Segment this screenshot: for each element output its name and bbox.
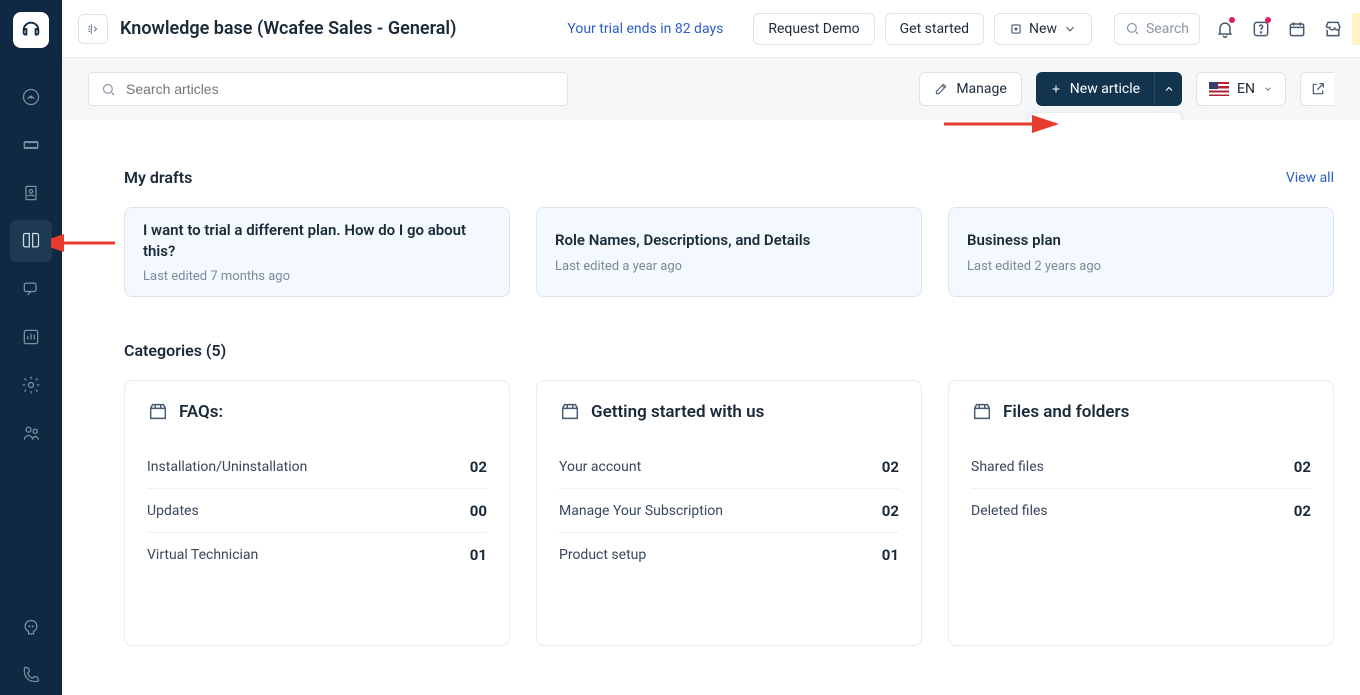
view-all-link[interactable]: View all (1286, 170, 1334, 186)
open-portal-button[interactable] (1300, 72, 1334, 106)
drafts-heading: My drafts (124, 168, 192, 187)
draft-card[interactable]: I want to trial a different plan. How do… (124, 207, 510, 297)
drafts-grid: I want to trial a different plan. How do… (124, 207, 1334, 297)
folder-count: 02 (882, 458, 899, 476)
avatar-strip[interactable] (1352, 13, 1360, 45)
category-card: FAQs: Installation/Uninstallation 02 Upd… (124, 380, 510, 646)
chevron-down-icon (1263, 84, 1273, 94)
folder-name: Virtual Technician (147, 547, 258, 563)
page-title: Knowledge base (Wcafee Sales - General) (120, 18, 456, 39)
folder-count: 02 (470, 458, 487, 476)
external-link-icon (1310, 81, 1326, 97)
topbar: Knowledge base (Wcafee Sales - General) … (62, 0, 1360, 58)
new-article-caret[interactable] (1154, 72, 1182, 106)
nav-settings[interactable] (10, 364, 52, 406)
nav-knowledge-base[interactable] (10, 220, 52, 262)
global-search[interactable]: Search (1114, 13, 1200, 45)
draft-title: Role Names, Descriptions, and Details (555, 230, 903, 250)
category-card: Getting started with us Your account 02 … (536, 380, 922, 646)
flag-us-icon (1209, 82, 1229, 96)
get-started-button[interactable]: Get started (885, 13, 984, 45)
categories-grid: FAQs: Installation/Uninstallation 02 Upd… (124, 380, 1334, 646)
draft-card[interactable]: Business plan Last edited 2 years ago (948, 207, 1334, 297)
folder-row[interactable]: Manage Your Subscription 02 (559, 489, 899, 533)
folder-row[interactable]: Shared files 02 (971, 445, 1311, 489)
article-search[interactable] (88, 72, 568, 106)
nav-freddy[interactable] (10, 607, 52, 649)
draft-meta: Last edited a year ago (555, 259, 903, 274)
app-logo[interactable] (13, 12, 49, 48)
new-article-group: New article New folder New category (1036, 72, 1182, 106)
draft-title: I want to trial a different plan. How do… (143, 220, 491, 261)
nav-dashboard[interactable] (10, 76, 52, 118)
global-search-placeholder: Search (1146, 21, 1189, 37)
category-title[interactable]: Files and folders (1003, 402, 1129, 422)
category-icon (147, 401, 169, 423)
draft-meta: Last edited 2 years ago (967, 259, 1315, 274)
collapse-toggle-icon[interactable] (78, 14, 108, 44)
edit-icon (934, 82, 948, 96)
plus-icon (1050, 83, 1062, 95)
category-icon (971, 401, 993, 423)
folder-count: 00 (470, 502, 487, 520)
folder-count: 01 (470, 546, 487, 564)
folder-name: Your account (559, 459, 641, 475)
search-icon (101, 82, 116, 97)
trial-link[interactable]: Your trial ends in 82 days (567, 21, 723, 37)
folder-row[interactable]: Virtual Technician 01 (147, 533, 487, 577)
draft-card[interactable]: Role Names, Descriptions, and Details La… (536, 207, 922, 297)
category-title[interactable]: Getting started with us (591, 402, 764, 422)
folder-count: 02 (882, 502, 899, 520)
calendar-icon[interactable] (1286, 18, 1308, 40)
nav-reports[interactable] (10, 316, 52, 358)
language-label: EN (1237, 81, 1255, 97)
notifications-icon[interactable] (1214, 18, 1236, 40)
draft-title: Business plan (967, 230, 1315, 250)
folder-count: 02 (1294, 502, 1311, 520)
folder-count: 01 (882, 546, 899, 564)
sidebar (0, 0, 62, 695)
new-button-label: New (1029, 21, 1057, 37)
category-title[interactable]: FAQs: (179, 402, 223, 422)
folder-name: Manage Your Subscription (559, 503, 723, 519)
article-search-input[interactable] (126, 81, 555, 97)
folder-row[interactable]: Your account 02 (559, 445, 899, 489)
nav-contacts[interactable] (10, 172, 52, 214)
help-icon[interactable] (1250, 18, 1272, 40)
folder-row[interactable]: Product setup 01 (559, 533, 899, 577)
nav-tickets[interactable] (10, 124, 52, 166)
nav-chat[interactable] (10, 268, 52, 310)
nav-team[interactable] (10, 412, 52, 454)
folder-name: Updates (147, 503, 199, 519)
new-article-button[interactable]: New article (1036, 72, 1154, 106)
search-icon (1125, 21, 1140, 36)
folder-name: Deleted files (971, 503, 1048, 519)
toolbar: Manage New article New folder New catego… (62, 58, 1360, 120)
category-card: Files and folders Shared files 02 Delete… (948, 380, 1334, 646)
categories-heading: Categories (5) (124, 341, 1334, 360)
request-demo-button[interactable]: Request Demo (753, 13, 874, 45)
folder-row[interactable]: Installation/Uninstallation 02 (147, 445, 487, 489)
marketplace-icon[interactable] (1322, 18, 1344, 40)
folder-name: Product setup (559, 547, 646, 563)
folder-row[interactable]: Deleted files 02 (971, 489, 1311, 533)
folder-count: 02 (1294, 458, 1311, 476)
language-selector[interactable]: EN (1196, 72, 1286, 106)
folder-name: Installation/Uninstallation (147, 459, 307, 475)
folder-row[interactable]: Updates 00 (147, 489, 487, 533)
new-article-label: New article (1070, 81, 1140, 97)
draft-meta: Last edited 7 months ago (143, 269, 491, 284)
new-button[interactable]: New (994, 13, 1092, 45)
caret-up-icon (1163, 83, 1175, 95)
main-content: My drafts View all I want to trial a dif… (62, 120, 1360, 695)
nav-phone[interactable] (10, 653, 52, 695)
folder-name: Shared files (971, 459, 1044, 475)
category-icon (559, 401, 581, 423)
manage-button-label: Manage (956, 81, 1006, 97)
manage-button[interactable]: Manage (919, 72, 1021, 106)
